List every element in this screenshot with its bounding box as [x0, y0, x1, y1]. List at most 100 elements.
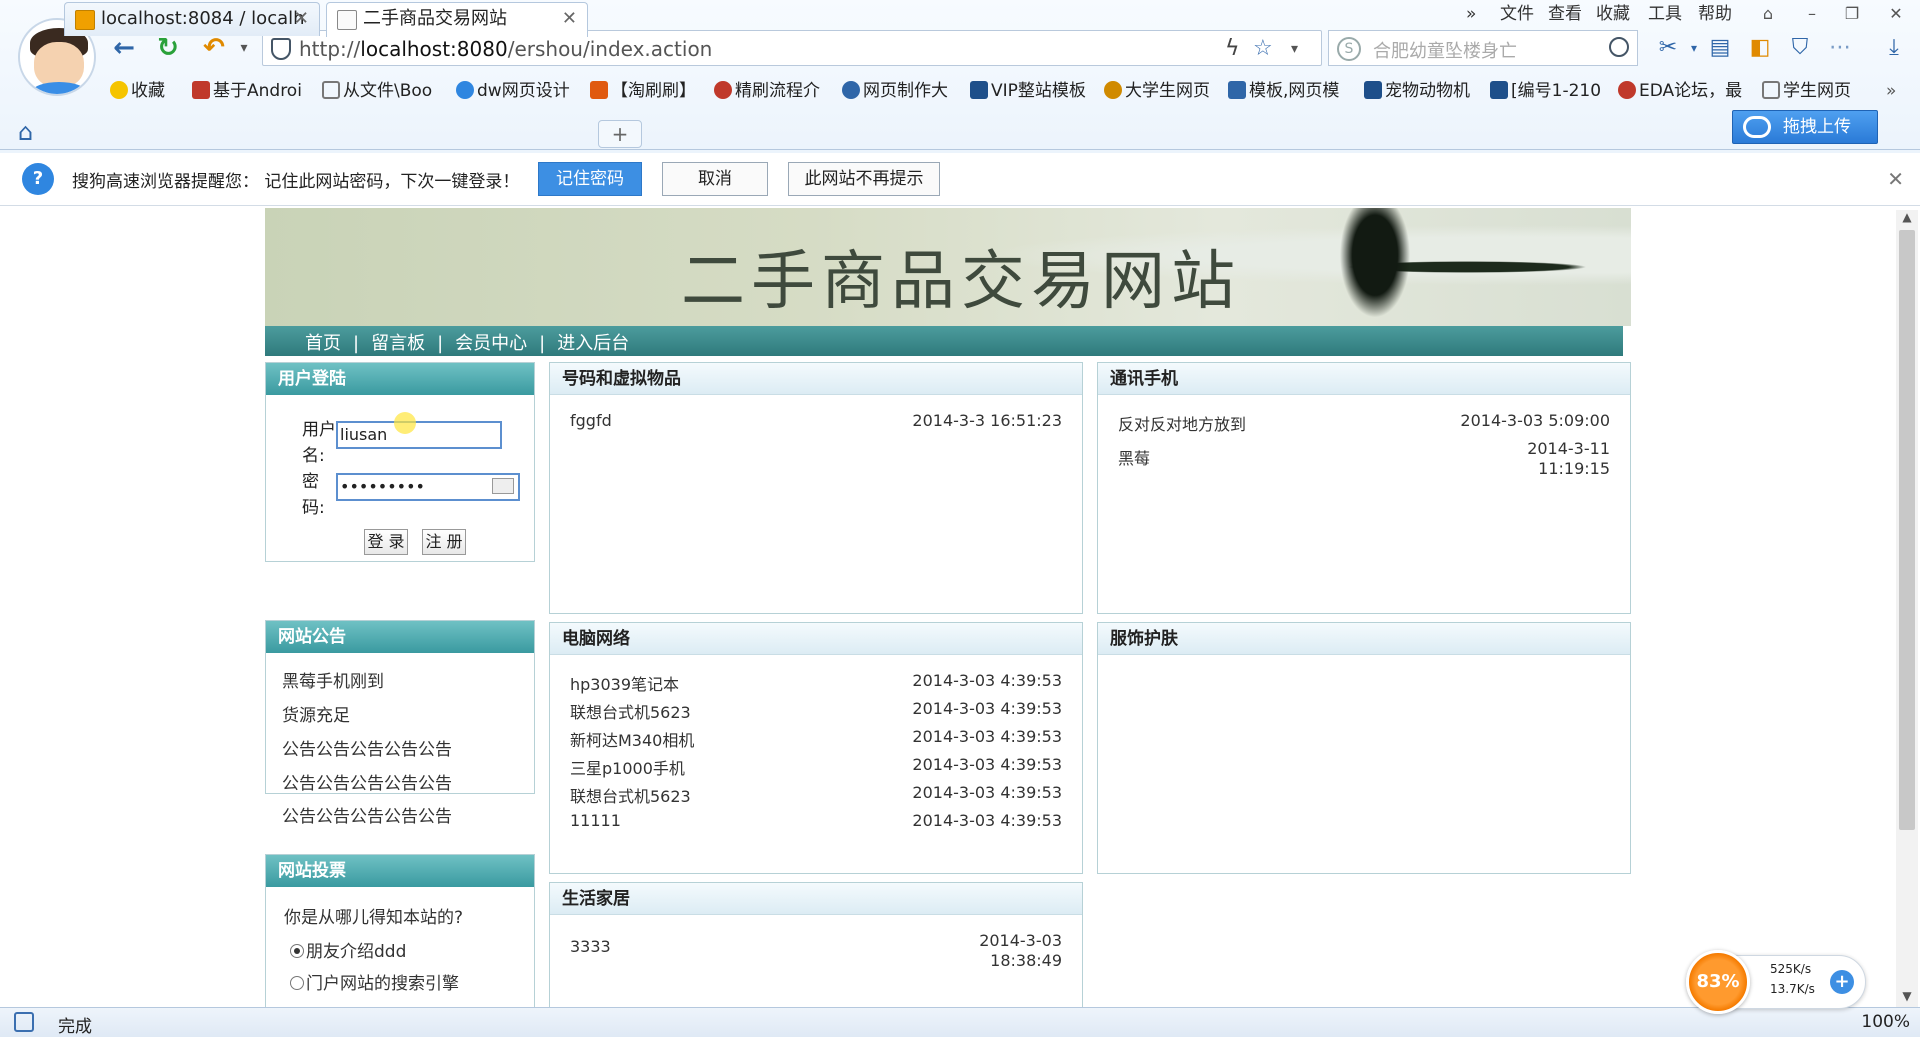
favorite-star-icon[interactable]: ☆	[1253, 36, 1273, 61]
bookmark-item[interactable]: 基于Androi	[192, 78, 302, 104]
vertical-scrollbar[interactable]: ▲ ▼	[1896, 210, 1918, 1007]
list-item[interactable]: hp3039笔记本 2014-3-03 4:39:53	[570, 671, 1062, 695]
sidebar-icon[interactable]: ◧	[1746, 34, 1774, 62]
scissors-icon[interactable]: ✂	[1654, 34, 1682, 62]
bookmark-item[interactable]: 网页制作大	[842, 78, 948, 104]
login-button[interactable]: 登 录	[364, 529, 408, 555]
close-tab-icon[interactable]: ✕	[562, 3, 577, 35]
never-prompt-button[interactable]: 此网站不再提示	[788, 162, 940, 196]
list-item[interactable]: 黑莓 2014-3-11 11:19:15	[1118, 439, 1610, 483]
bookmark-item[interactable]: 学生网页	[1762, 78, 1851, 104]
list-item[interactable]: fggfd 2014-3-3 16:51:23	[570, 411, 1062, 435]
search-icon[interactable]	[1609, 37, 1629, 57]
radio-checked[interactable]	[290, 944, 304, 958]
more-menu-icon[interactable]: »	[1466, 2, 1476, 26]
bookmark-item[interactable]: VIP整站模板	[970, 78, 1086, 104]
item-title[interactable]: hp3039笔记本	[570, 671, 679, 695]
password-input[interactable]: •••••••••	[336, 473, 520, 501]
add-icon[interactable]: +	[1830, 970, 1854, 994]
memory-gauge[interactable]: 83%	[1686, 950, 1750, 1014]
bookmark-item[interactable]: 【淘刷刷】	[590, 78, 696, 104]
nav-guestbook[interactable]: 留言板	[371, 329, 425, 355]
bookmark-item[interactable]: 大学生网页	[1104, 78, 1210, 104]
item-title[interactable]: 3333	[570, 937, 611, 956]
remember-password-button[interactable]: 记住密码	[538, 162, 642, 196]
minimize-icon[interactable]: –	[1800, 2, 1824, 26]
nav-home[interactable]: 首页	[305, 329, 341, 355]
list-item[interactable]: 反对反对地方放到 2014-3-03 5:09:00	[1118, 411, 1610, 435]
download-icon[interactable]: ⤓	[1880, 34, 1908, 62]
register-button[interactable]: 注 册	[422, 529, 466, 555]
bookmark-item[interactable]: dw网页设计	[456, 78, 570, 104]
bookmark-item[interactable]: [编号1-210	[1490, 78, 1601, 104]
bookmark-favorites[interactable]: 收藏	[110, 78, 165, 104]
bookmark-item[interactable]: 从文件\Boo	[322, 78, 432, 104]
undo-close-icon[interactable]: ↶	[198, 32, 230, 64]
list-item[interactable]: 联想台式机5623 2014-3-03 4:39:53	[570, 699, 1062, 723]
shield-icon[interactable]: ⛉	[1786, 34, 1814, 62]
notice-item[interactable]: 黑莓手机刚到	[282, 667, 384, 692]
close-icon[interactable]: ✕	[1887, 167, 1904, 191]
item-title[interactable]: fggfd	[570, 411, 612, 430]
item-title[interactable]: 联想台式机5623	[570, 783, 691, 807]
reader-icon[interactable]: ▤	[1706, 34, 1734, 62]
item-title[interactable]: 黑莓	[1118, 445, 1150, 469]
vote-option[interactable]: 门户网站的搜索引擎	[290, 969, 459, 994]
vote-option[interactable]: 朋友介绍ddd	[290, 937, 406, 962]
notice-item[interactable]: 公告公告公告公告公告	[282, 735, 452, 760]
speed-mode-icon[interactable]: ϟ	[1225, 36, 1240, 61]
undo-dropdown-icon[interactable]: ▾	[228, 32, 260, 64]
menu-view[interactable]: 查看	[1548, 2, 1582, 26]
close-window-icon[interactable]: ✕	[1884, 2, 1908, 26]
nav-member-center[interactable]: 会员中心	[455, 329, 527, 355]
menu-help[interactable]: 帮助	[1698, 2, 1732, 26]
zoom-level[interactable]: 100%	[1861, 1012, 1910, 1032]
scissors-dropdown-icon[interactable]: ▾	[1680, 34, 1708, 62]
skin-icon[interactable]: ⌂	[1756, 2, 1780, 26]
bookmark-item[interactable]: EDA论坛，最	[1618, 78, 1742, 104]
close-tab-icon[interactable]: ✕	[294, 3, 309, 35]
notice-item[interactable]: 公告公告公告公告公告	[282, 769, 452, 794]
refresh-icon[interactable]: ↻	[152, 32, 184, 64]
menu-tools[interactable]: 工具	[1648, 2, 1682, 26]
tab-phpmyadmin[interactable]: localhost:8084 / localh ✕	[64, 2, 320, 36]
list-item[interactable]: 联想台式机5623 2014-3-03 4:39:53	[570, 783, 1062, 807]
menu-favorites[interactable]: 收藏	[1596, 2, 1630, 26]
list-item[interactable]: 新柯达M340相机 2014-3-03 4:39:53	[570, 727, 1062, 751]
item-title[interactable]: 反对反对地方放到	[1118, 411, 1246, 435]
scroll-down-icon[interactable]: ▼	[1896, 989, 1918, 1007]
new-tab-button[interactable]: +	[598, 120, 642, 148]
notice-item[interactable]: 货源充足	[282, 701, 350, 726]
radio-unchecked[interactable]	[290, 976, 304, 990]
bookmark-item[interactable]: 精刷流程介	[714, 78, 820, 104]
cancel-button[interactable]: 取消	[662, 162, 768, 196]
keyboard-icon[interactable]	[492, 478, 514, 494]
drag-upload-button[interactable]: 拖拽上传	[1732, 110, 1878, 144]
item-title[interactable]: 联想台式机5623	[570, 699, 691, 723]
scroll-thumb[interactable]	[1899, 230, 1915, 830]
search-input[interactable]: 合肥幼童坠楼身亡	[1373, 37, 1517, 63]
nav-admin[interactable]: 进入后台	[557, 329, 629, 355]
notice-item[interactable]: 公告公告公告公告公告	[282, 802, 452, 827]
username-input[interactable]: liusan	[336, 421, 502, 449]
tab-ershou[interactable]: 二手商品交易网站 ✕	[326, 2, 588, 37]
search-box[interactable]: S 合肥幼童坠楼身亡	[1328, 30, 1638, 66]
restore-icon[interactable]: ❐	[1840, 2, 1864, 26]
list-item[interactable]: 三星p1000手机 2014-3-03 4:39:53	[570, 755, 1062, 779]
bookmark-item[interactable]: 宠物动物机	[1364, 78, 1470, 104]
bookmarks-more-icon[interactable]: »	[1886, 78, 1896, 104]
bookmark-item[interactable]: 模板,网页模	[1228, 78, 1339, 104]
list-item[interactable]: 3333 2014-3-03 18:38:49	[570, 931, 1062, 975]
item-title[interactable]: 11111	[570, 811, 621, 830]
list-item[interactable]: 11111 2014-3-03 4:39:53	[570, 811, 1062, 835]
item-title[interactable]: 三星p1000手机	[570, 755, 685, 779]
home-icon[interactable]: ⌂	[18, 118, 33, 146]
address-dropdown-icon[interactable]: ▾	[1291, 41, 1298, 57]
item-title[interactable]: 新柯达M340相机	[570, 727, 694, 751]
menu-file[interactable]: 文件	[1500, 2, 1534, 26]
more-tools-icon[interactable]: ⋯	[1826, 34, 1854, 62]
sidebar-toggle-icon[interactable]	[14, 1012, 34, 1032]
address-text[interactable]: http://localhost:8080/ershou/index.actio…	[299, 37, 712, 61]
back-icon[interactable]: ←	[108, 32, 140, 64]
scroll-up-icon[interactable]: ▲	[1896, 210, 1918, 228]
